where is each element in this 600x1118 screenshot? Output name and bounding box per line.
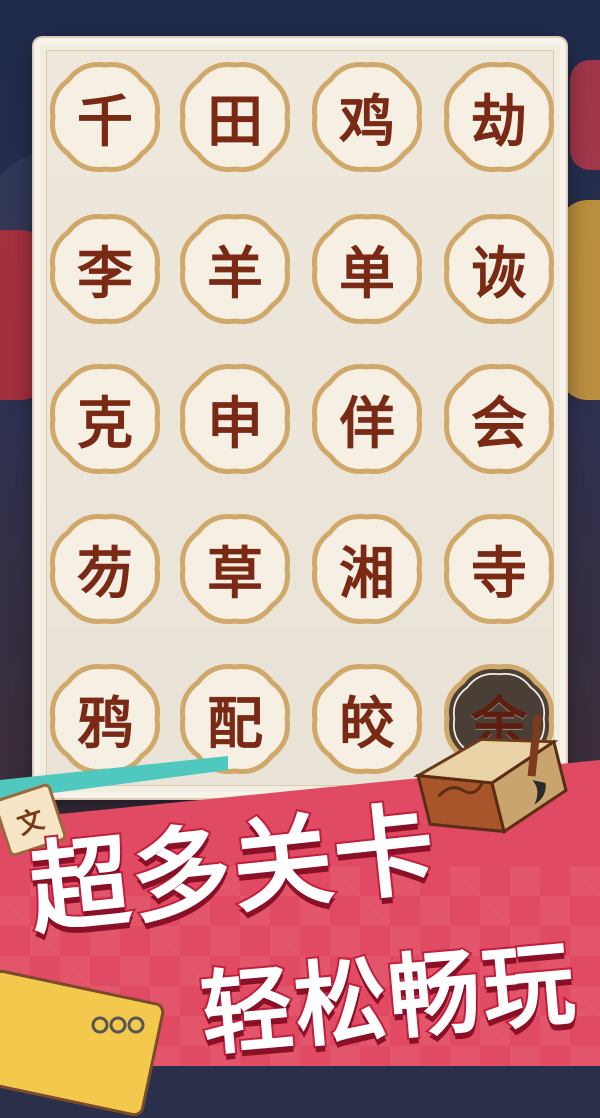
character-glyph: 会 [471,391,527,457]
character-glyph: 皎 [339,691,395,757]
character-glyph: 芴 [77,541,133,607]
character-glyph: 劫 [471,89,527,155]
character-tile[interactable]: 芴 [46,510,164,628]
background-decoration-right-top [570,60,600,170]
character-tile[interactable]: 鸦 [46,660,164,778]
character-tile[interactable]: 李 [46,210,164,328]
character-tile[interactable]: 田 [176,58,294,176]
character-tile[interactable]: 克 [46,360,164,478]
character-tile[interactable]: 草 [176,510,294,628]
character-tile[interactable]: 千 [46,58,164,176]
character-tile[interactable]: 劫 [440,58,558,176]
character-glyph: 鸦 [77,691,133,757]
character-glyph: 田 [207,89,263,155]
character-tile[interactable]: 单 [308,210,426,328]
character-tile[interactable]: 鸡 [308,58,426,176]
character-glyph: 鸡 [339,89,395,155]
character-glyph: 诙 [471,241,527,307]
character-glyph: 佯 [339,391,395,457]
character-glyph: 单 [339,241,395,307]
character-glyph: 李 [77,241,133,307]
character-glyph: 克 [77,391,133,457]
character-tile[interactable]: 湘 [308,510,426,628]
character-tile[interactable]: 诙 [440,210,558,328]
character-glyph: 千 [77,89,133,155]
character-glyph: 配 [207,691,263,757]
character-glyph: 申 [207,391,263,457]
notebook-rings-icon [91,1016,145,1034]
character-tile[interactable]: 羊 [176,210,294,328]
character-glyph: 湘 [339,541,395,607]
character-tile[interactable]: 会 [440,360,558,478]
character-glyph: 寺 [471,541,527,607]
character-tile[interactable]: 寺 [440,510,558,628]
character-glyph: 草 [207,541,263,607]
character-glyph: 羊 [207,241,263,307]
character-tile[interactable]: 申 [176,360,294,478]
character-tile[interactable]: 佯 [308,360,426,478]
